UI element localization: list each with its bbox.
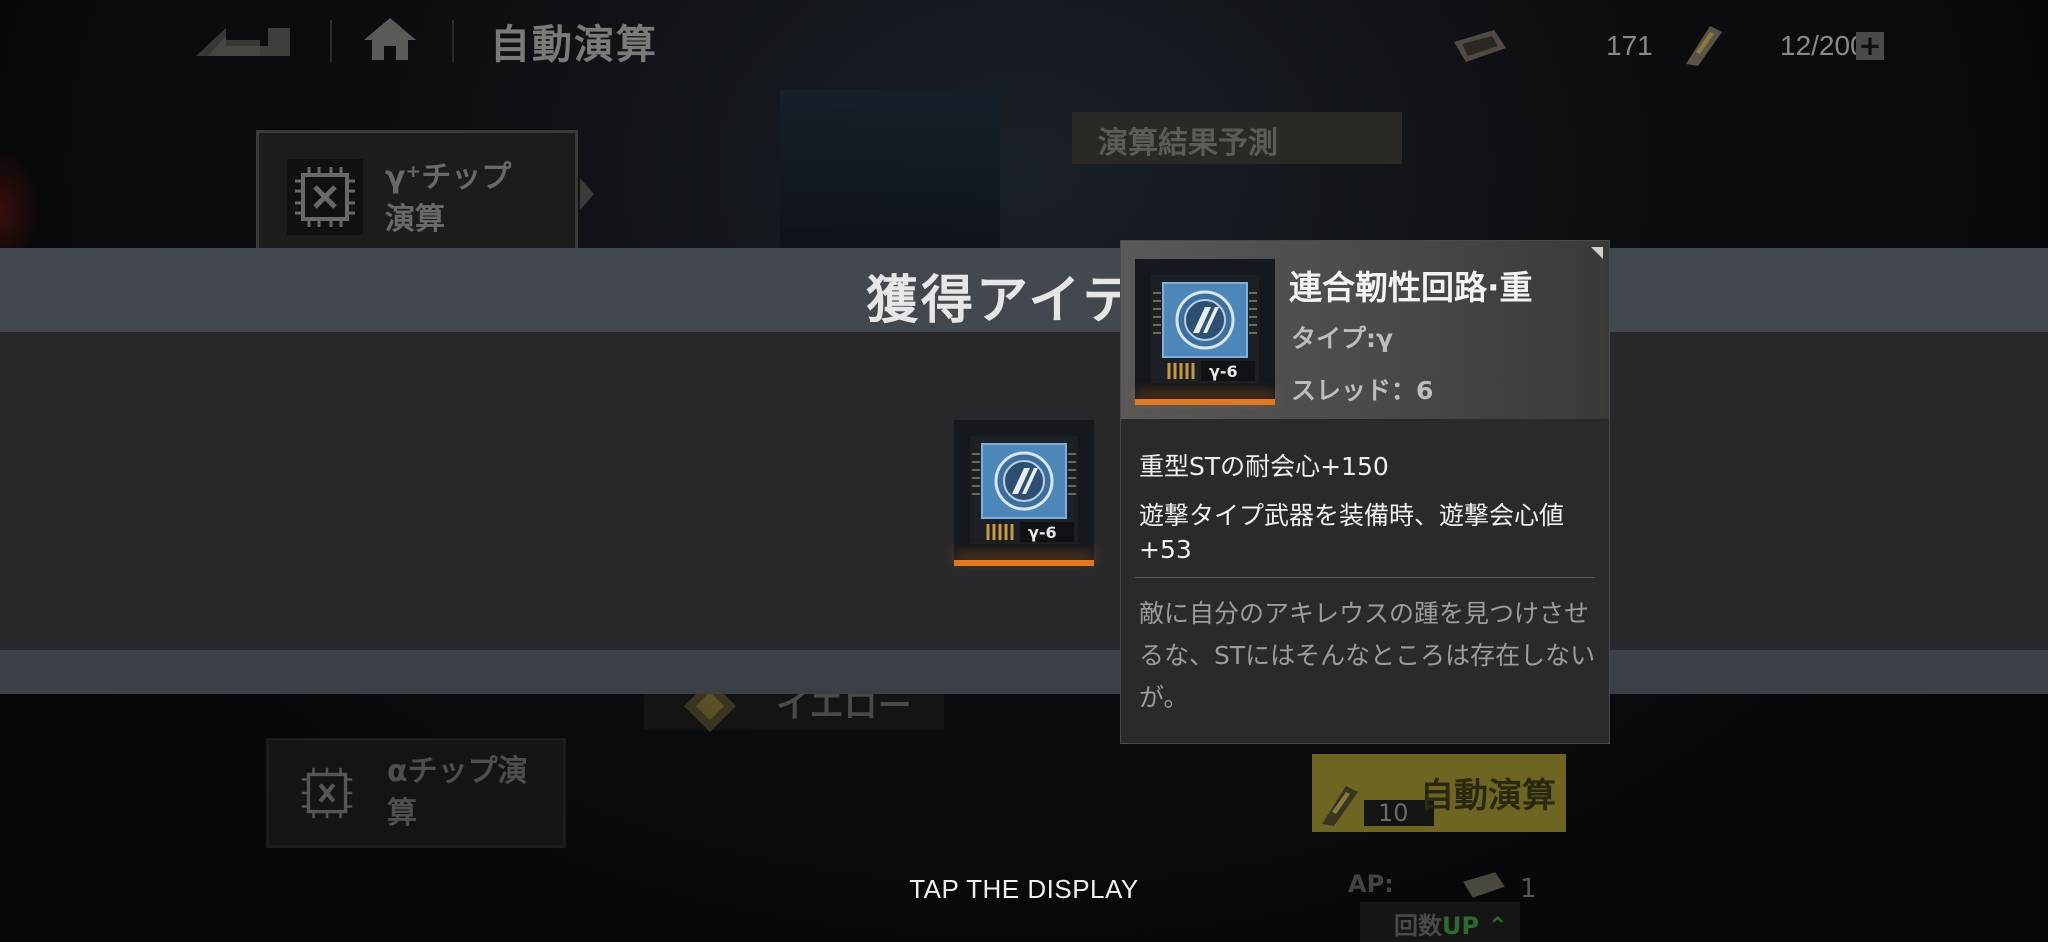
modal-bottom-band: [0, 650, 2048, 694]
stamina-value: 12/200: [1780, 30, 1866, 61]
top-bar: 自動演算 171 12/200 +: [0, 0, 2048, 82]
obtained-item[interactable]: γ-6: [954, 420, 1094, 566]
tab-arrow-icon: [580, 178, 594, 210]
rarity-bar: [954, 560, 1094, 566]
back-button[interactable]: [190, 16, 296, 60]
chip-grade-label: γ-6: [1209, 362, 1238, 381]
auto-compute-label: 自動演算: [1420, 776, 1556, 816]
energy-icon: [1686, 26, 1722, 66]
chip-icon: [287, 159, 363, 235]
gamma-chip-icon: γ-6: [970, 436, 1078, 544]
chevron-up-icon: ⌃: [1487, 912, 1508, 940]
modal-title: 獲得アイテ: [866, 271, 1138, 331]
tab-gamma-plus-chip[interactable]: γ⁺チップ 演算: [256, 130, 578, 260]
tap-hint: TAP THE DISPLAY: [909, 874, 1139, 904]
energy-icon: [1322, 786, 1358, 826]
back-arrow-icon: [196, 28, 290, 56]
home-button[interactable]: [362, 14, 418, 64]
tab-label-line2: 算: [387, 796, 417, 831]
add-stamina-button[interactable]: +: [1856, 32, 1884, 60]
item-tooltip: γ-6 連合靭性回路·重 タイプ:γ スレッド：6 重型STの耐会心+150 遊…: [1120, 240, 1610, 744]
rarity-bar: [1135, 399, 1275, 405]
tab-label-line2: 演算: [385, 202, 445, 237]
auto-compute-button[interactable]: 10 自動演算: [1312, 754, 1566, 832]
divider: [1135, 577, 1595, 578]
corner-marker-icon: [1591, 247, 1603, 259]
count-up-prefix: 回数: [1394, 912, 1442, 940]
item-effect-2: 遊撃タイプ武器を装備時、遊撃会心値+53: [1139, 501, 1565, 564]
divider: [330, 20, 332, 62]
currency-value: 171: [1606, 30, 1653, 61]
chip-grade-label: γ-6: [1028, 523, 1057, 542]
background-glow: [780, 90, 1000, 260]
home-icon: [364, 18, 416, 60]
tooltip-item-icon: γ-6: [1135, 259, 1275, 405]
divider: [452, 20, 454, 62]
page-title: 自動演算: [490, 22, 658, 68]
tab-alpha-chip[interactable]: αチップ演 算: [266, 738, 566, 848]
item-thread: スレッド：6: [1291, 376, 1434, 405]
gamma-chip-icon: γ-6: [1151, 275, 1259, 383]
item-name: 連合靭性回路·重: [1289, 268, 1533, 307]
count-up-button[interactable]: 回数UP ⌃: [1360, 902, 1520, 942]
prediction-header: 演算結果予測: [1072, 112, 1402, 164]
chip-icon: [295, 761, 359, 825]
count-up-accent: UP: [1442, 912, 1480, 940]
ticket-icon: [1454, 30, 1506, 62]
tab-label-line1: γ⁺チップ: [385, 160, 512, 195]
tab-label-line1: αチップ演: [387, 754, 528, 789]
item-type: タイプ:γ: [1291, 324, 1394, 353]
prediction-label: 演算結果予測: [1098, 126, 1278, 161]
item-flavor-text: 敵に自分のアキレウスの踵を見つけさせるな、STにはそんなところは存在しないが。: [1139, 599, 1596, 712]
item-effect-1: 重型STの耐会心+150: [1139, 452, 1389, 481]
